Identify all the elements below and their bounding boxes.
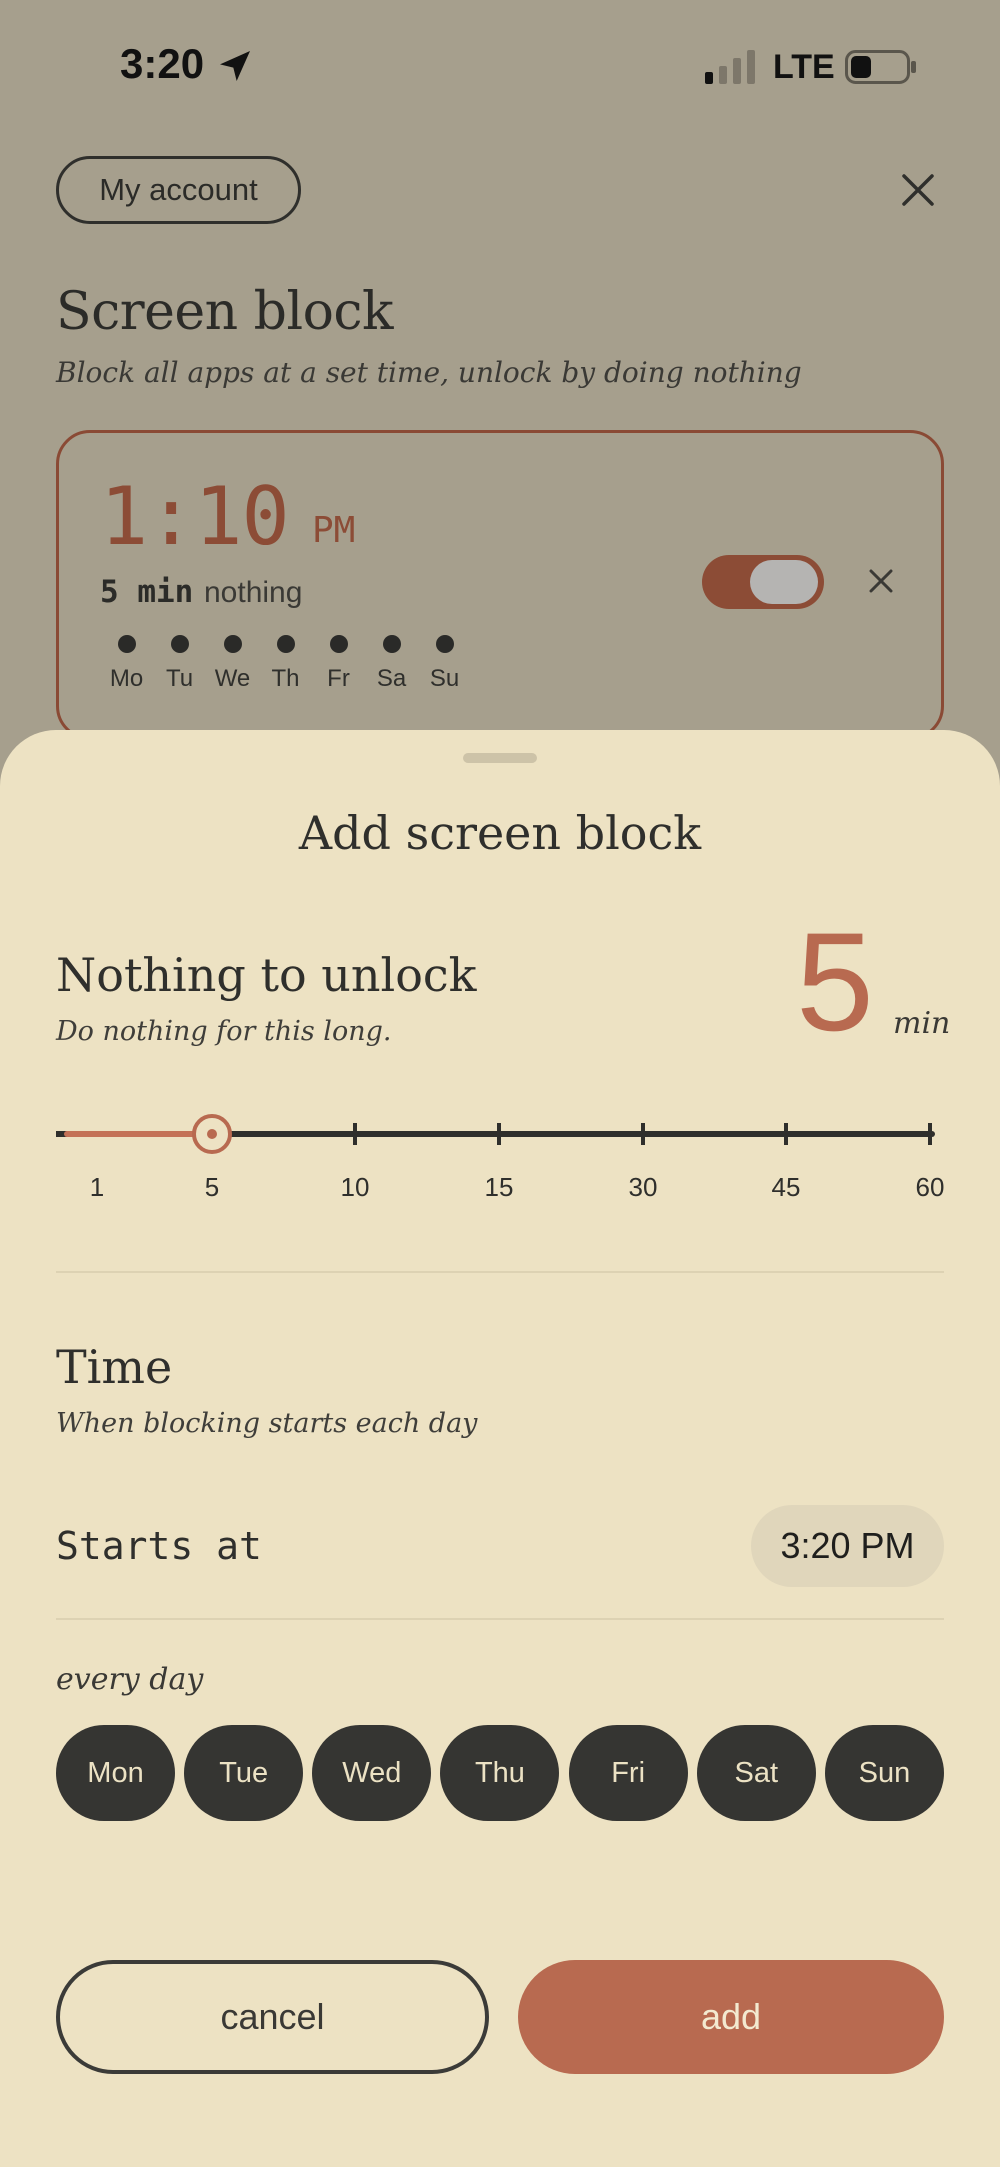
signal-bars-icon [705, 50, 755, 84]
block-ampm: PM [312, 510, 356, 551]
network-type: LTE [773, 48, 835, 86]
sheet-grabber[interactable] [463, 753, 537, 763]
slider-tick-label[interactable]: 30 [629, 1172, 658, 1203]
day-toggle-wed[interactable]: Wed [312, 1725, 432, 1821]
block-day: Su [418, 635, 471, 693]
slider-thumb-center [207, 1129, 217, 1139]
block-day: Fr [312, 635, 365, 693]
toggle-knob [750, 560, 818, 604]
block-day: Th [259, 635, 312, 693]
repeat-label: every day [56, 1662, 204, 1697]
block-duration: 5 min [100, 574, 194, 610]
delete-block-icon[interactable] [866, 566, 896, 596]
block-enabled-toggle[interactable] [702, 555, 824, 609]
time-section-subtitle: When blocking starts each day [56, 1408, 478, 1439]
page-title: Screen block [56, 282, 394, 342]
day-toggle-sun[interactable]: Sun [824, 1725, 944, 1821]
slider-tick-label[interactable]: 15 [485, 1172, 514, 1203]
slider-tick-label[interactable]: 45 [772, 1172, 801, 1203]
divider [56, 1618, 944, 1620]
close-icon[interactable] [898, 170, 938, 210]
block-time: 1:10 [100, 470, 290, 563]
add-button[interactable]: add [518, 1960, 944, 2074]
block-day: Tu [153, 635, 206, 693]
slider-tick-label[interactable]: 10 [341, 1172, 370, 1203]
day-toggle-mon[interactable]: Mon [56, 1725, 175, 1821]
divider [56, 1271, 944, 1273]
unlock-section-title: Nothing to unlock [56, 948, 477, 1002]
slider-tick-label[interactable]: 60 [916, 1172, 945, 1203]
slider-tick-label[interactable]: 1 [90, 1172, 104, 1203]
day-toggle-thu[interactable]: Thu [440, 1725, 560, 1821]
block-day: Sa [365, 635, 418, 693]
block-day: We [206, 635, 259, 693]
starts-at-label: Starts at [56, 1524, 262, 1568]
day-selector: Mon Tue Wed Thu Fri Sat Sun [56, 1725, 944, 1821]
block-day: Mo [100, 635, 153, 693]
status-time: 3:20 [120, 40, 205, 87]
day-toggle-tue[interactable]: Tue [184, 1725, 304, 1821]
time-section-title: Time [56, 1340, 173, 1394]
block-duration-suffix: nothing [204, 576, 303, 609]
day-toggle-fri[interactable]: Fri [568, 1725, 688, 1821]
location-arrow-icon [220, 51, 250, 81]
unlock-duration-slider[interactable] [56, 1104, 944, 1164]
unlock-section-subtitle: Do nothing for this long. [56, 1016, 392, 1047]
day-toggle-sat[interactable]: Sat [696, 1725, 816, 1821]
slider-tick-label[interactable]: 5 [205, 1172, 219, 1203]
cancel-button[interactable]: cancel [56, 1960, 489, 2074]
my-account-button[interactable]: My account [56, 156, 301, 224]
sheet-title: Add screen block [298, 806, 702, 860]
battery-icon [845, 50, 916, 84]
page-subtitle: Block all apps at a set time, unlock by … [56, 356, 802, 389]
unlock-minutes-value: 5 [796, 903, 874, 1060]
start-time-picker[interactable]: 3:20 PM [751, 1505, 944, 1587]
unlock-minutes-unit: min [893, 1006, 951, 1041]
block-days: Mo Tu We Th Fr Sa Su [100, 635, 471, 693]
